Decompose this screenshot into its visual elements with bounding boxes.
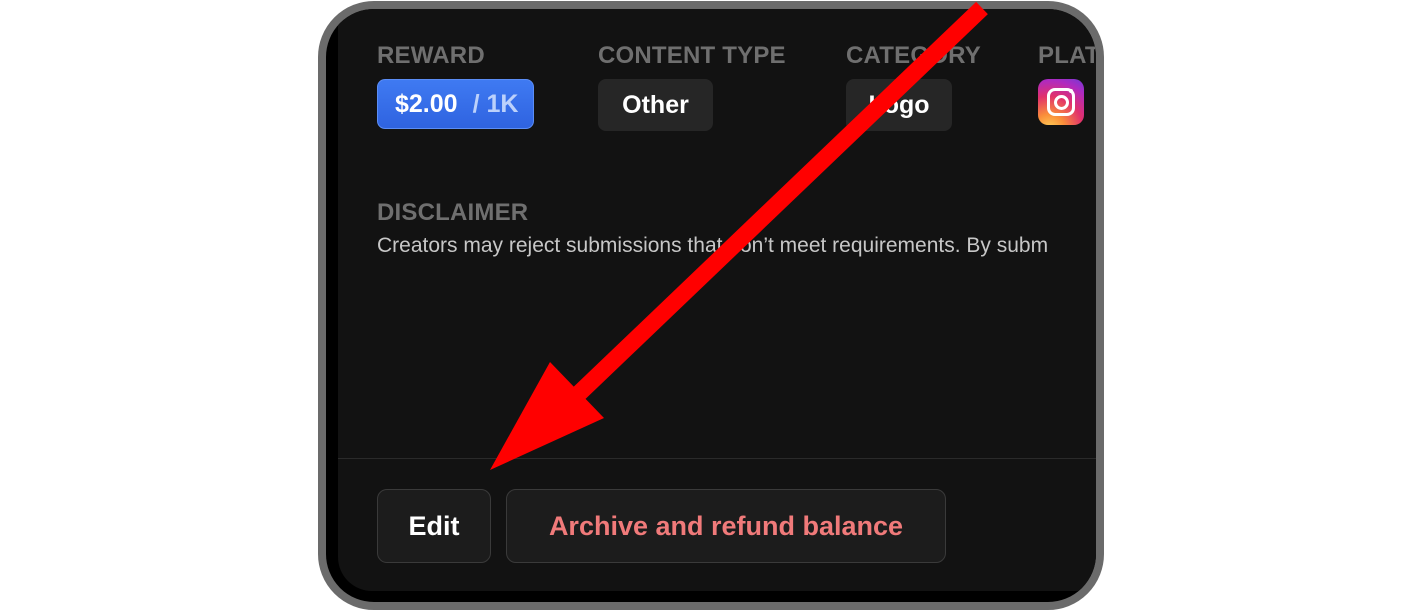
content-type-value: Other xyxy=(622,90,689,119)
edit-button[interactable]: Edit xyxy=(377,489,491,563)
content-type-label: CONTENT TYPE xyxy=(598,42,786,69)
campaign-details-panel: REWARD CONTENT TYPE CATEGORY PLATF $2.00… xyxy=(338,9,1100,591)
disclaimer-text: Creators may reject submissions that don… xyxy=(377,234,1049,257)
platform-label: PLATF xyxy=(1038,42,1100,69)
disclaimer-label: DISCLAIMER xyxy=(377,199,529,226)
reward-amount: $2.00 xyxy=(395,89,458,118)
device-frame: REWARD CONTENT TYPE CATEGORY PLATF $2.00… xyxy=(318,1,1104,610)
footer-divider xyxy=(338,458,1096,459)
reward-label: REWARD xyxy=(377,42,485,69)
content-type-chip: Other xyxy=(598,79,713,131)
category-label: CATEGORY xyxy=(846,42,981,69)
instagram-icon xyxy=(1038,79,1084,125)
category-chip: Logo xyxy=(846,79,952,131)
category-value: Logo xyxy=(868,90,930,119)
archive-refund-button[interactable]: Archive and refund balance xyxy=(506,489,946,563)
reward-unit: / 1K xyxy=(472,89,519,118)
reward-badge: $2.00 / 1K xyxy=(377,79,534,129)
